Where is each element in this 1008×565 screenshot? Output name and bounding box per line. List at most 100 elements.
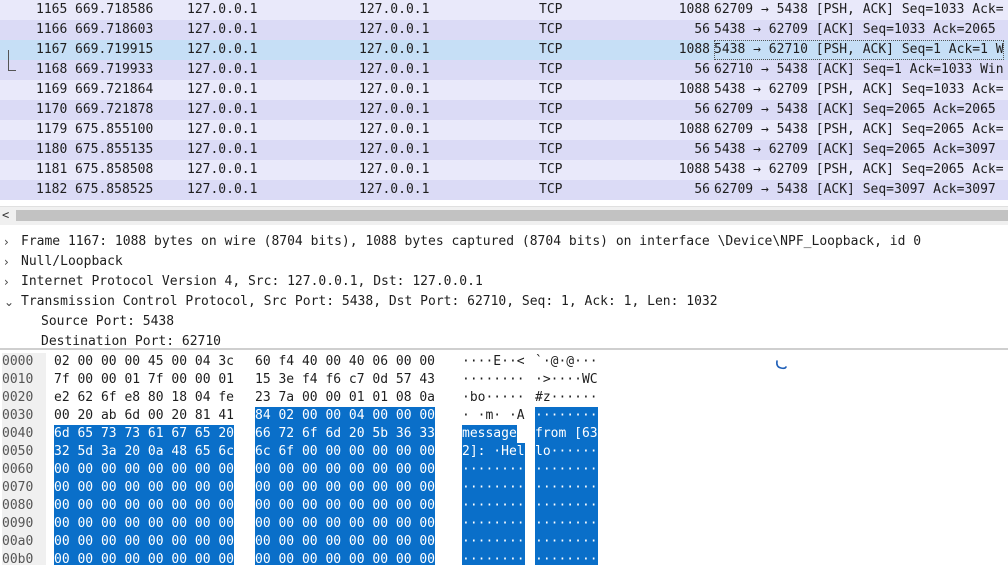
ascii-bytes-first[interactable]: · ·m· ·A xyxy=(462,407,525,425)
packet-length: 1088 xyxy=(678,42,710,57)
hex-bytes-first[interactable]: 00 00 00 00 00 00 00 00 xyxy=(54,533,235,551)
hex-bytes-first[interactable]: 00 00 00 00 00 00 00 00 xyxy=(54,497,235,515)
conversation-line-icon xyxy=(8,50,9,71)
hex-bytes-second[interactable]: 66 72 6f 6d 20 5b 36 33 xyxy=(255,425,436,443)
packet-destination: 127.0.0.1 xyxy=(359,22,430,37)
ascii-bytes-second[interactable]: ········ xyxy=(535,479,598,497)
ascii-bytes-second[interactable]: lo······ xyxy=(535,443,598,461)
hex-bytes-second[interactable]: 00 00 00 00 00 00 00 00 xyxy=(255,497,436,515)
ascii-bytes-second[interactable]: ·>····WC xyxy=(535,371,598,389)
ascii-bytes-first[interactable]: ········ xyxy=(462,371,525,389)
hex-bytes-first[interactable]: 00 00 00 00 00 00 00 00 xyxy=(54,479,235,497)
packet-info: 62710 → 5438 [ACK] Seq=1 Ack=1033 Win xyxy=(714,62,1004,77)
hex-row: 0050 32 5d 3a 20 0a 48 65 6c 6c 6f 00 00 0… xyxy=(0,443,1008,461)
packet-info: 62709 → 5438 [PSH, ACK] Seq=2065 Ack= xyxy=(714,122,1004,137)
packet-row[interactable]: 1179 675.855100 127.0.0.1 127.0.0.1 TCP 1088 6… xyxy=(0,120,1008,140)
ascii-bytes-first[interactable]: ·bo····· xyxy=(462,389,525,407)
packet-row[interactable]: 1168 669.719933 127.0.0.1 127.0.0.1 TCP 56 627… xyxy=(0,60,1008,80)
ascii-bytes-first[interactable]: ········ xyxy=(462,551,525,565)
ascii-bytes-first[interactable]: ····E··< xyxy=(462,353,525,371)
packet-protocol: TCP xyxy=(539,162,563,177)
packet-number: 1169 xyxy=(36,82,68,97)
chevron-right-icon[interactable]: › xyxy=(4,272,9,292)
packet-number: 1167 xyxy=(36,42,68,57)
ascii-bytes-second[interactable]: ········ xyxy=(535,551,598,565)
chevron-right-icon[interactable]: › xyxy=(4,252,9,272)
hex-offset: 0030 xyxy=(2,407,46,425)
packet-list[interactable]: 1165 669.718586 127.0.0.1 127.0.0.1 TCP 1088 6… xyxy=(0,0,1008,200)
packet-row[interactable]: 1169 669.721864 127.0.0.1 127.0.0.1 TCP 1088 5… xyxy=(0,80,1008,100)
packet-list-hscrollbar[interactable]: < xyxy=(0,206,1008,225)
hex-bytes-second[interactable]: 00 00 00 00 00 00 00 00 xyxy=(255,533,436,551)
ascii-bytes-second[interactable]: #z······ xyxy=(535,389,598,407)
hex-bytes-first[interactable]: 32 5d 3a 20 0a 48 65 6c xyxy=(54,443,235,461)
packet-source: 127.0.0.1 xyxy=(187,142,258,157)
packet-row[interactable]: 1182 675.858525 127.0.0.1 127.0.0.1 TCP 56 627… xyxy=(0,180,1008,200)
ascii-bytes-second[interactable]: ········ xyxy=(535,533,598,551)
hex-bytes-first[interactable]: 00 00 00 00 00 00 00 00 xyxy=(54,515,235,533)
packet-length: 1088 xyxy=(678,82,710,97)
scroll-left-arrow-icon[interactable]: < xyxy=(2,208,9,222)
hex-bytes-first[interactable]: 7f 00 00 01 7f 00 00 01 xyxy=(54,371,234,389)
packet-row[interactable]: 1167 669.719915 127.0.0.1 127.0.0.1 TCP 1088 5… xyxy=(0,40,1008,60)
chevron-right-icon[interactable]: › xyxy=(4,232,9,252)
hex-bytes-second[interactable]: 23 7a 00 00 01 01 08 0a xyxy=(255,389,435,407)
packet-details-tree[interactable]: › Frame 1167: 1088 bytes on wire (8704 bi… xyxy=(0,229,1008,348)
ascii-bytes-second[interactable]: from [63 xyxy=(535,425,598,443)
hex-bytes-second[interactable]: 15 3e f4 f6 c7 0d 57 43 xyxy=(255,371,435,389)
ascii-bytes-second[interactable]: ········ xyxy=(535,461,598,479)
hex-bytes-first[interactable]: e2 62 6f e8 80 18 04 fe xyxy=(54,389,234,407)
detail-tree-item[interactable]: ⌄ Transmission Control Protocol, Src Port… xyxy=(0,292,1008,312)
hex-bytes-first[interactable]: 02 00 00 00 45 00 04 3c xyxy=(54,353,234,371)
hex-bytes-first[interactable]: 00 20 ab 6d 00 20 81 41 xyxy=(54,407,234,425)
packet-number: 1170 xyxy=(36,102,68,117)
packet-number: 1165 xyxy=(36,2,68,17)
ascii-bytes-second[interactable]: ········ xyxy=(535,497,598,515)
hex-offset: 0070 xyxy=(2,479,46,497)
chevron-down-icon[interactable]: ⌄ xyxy=(4,292,14,312)
detail-tree-item[interactable]: › Frame 1167: 1088 bytes on wire (8704 bi… xyxy=(0,232,1008,252)
ascii-bytes-first[interactable]: message xyxy=(462,425,517,443)
scrollbar-thumb[interactable] xyxy=(16,210,1008,221)
packet-source: 127.0.0.1 xyxy=(187,102,258,117)
ascii-bytes-first[interactable]: ········ xyxy=(462,461,525,479)
hex-bytes-second[interactable]: 60 f4 40 00 40 06 00 00 xyxy=(255,353,435,371)
ascii-bytes-first[interactable]: ········ xyxy=(462,497,525,515)
hex-bytes-second[interactable]: 00 00 00 00 00 00 00 00 xyxy=(255,479,436,497)
detail-tree-child-item[interactable]: Source Port: 5438 xyxy=(0,312,1008,332)
packet-protocol: TCP xyxy=(539,2,563,17)
detail-tree-child-item[interactable]: Destination Port: 62710 xyxy=(0,332,1008,348)
ascii-bytes-second[interactable]: `·@·@··· xyxy=(535,353,598,371)
packet-bytes-pane[interactable]: 0000 02 00 00 00 45 00 04 3c 60 f4 40 00 4… xyxy=(0,350,1008,565)
hex-bytes-second[interactable]: 6c 6f 00 00 00 00 00 00 xyxy=(255,443,436,461)
hex-row: 0090 00 00 00 00 00 00 00 00 00 00 00 00 0… xyxy=(0,515,1008,533)
ascii-bytes-second[interactable]: ········ xyxy=(535,407,598,425)
packet-row[interactable]: 1166 669.718603 127.0.0.1 127.0.0.1 TCP 56 543… xyxy=(0,20,1008,40)
hex-bytes-second[interactable]: 00 00 00 00 00 00 00 00 xyxy=(255,461,436,479)
hex-bytes-first[interactable]: 00 00 00 00 00 00 00 00 xyxy=(54,551,235,565)
hex-bytes-first[interactable]: 6d 65 73 73 61 67 65 20 xyxy=(54,425,235,443)
ascii-bytes-first[interactable]: 2]: ·Hel xyxy=(462,443,525,461)
packet-row[interactable]: 1170 669.721878 127.0.0.1 127.0.0.1 TCP 56 627… xyxy=(0,100,1008,120)
hex-offset: 00a0 xyxy=(2,533,46,551)
hex-bytes-second[interactable]: 00 00 00 00 00 00 00 00 xyxy=(255,551,436,565)
ascii-bytes-first[interactable]: ········ xyxy=(462,533,525,551)
ascii-bytes-first[interactable]: ········ xyxy=(462,479,525,497)
detail-tree-item[interactable]: › Null/Loopback xyxy=(0,252,1008,272)
ascii-bytes-first[interactable]: ········ xyxy=(462,515,525,533)
hex-bytes-first[interactable]: 00 00 00 00 00 00 00 00 xyxy=(54,461,235,479)
packet-row[interactable]: 1165 669.718586 127.0.0.1 127.0.0.1 TCP 1088 6… xyxy=(0,0,1008,20)
packet-row[interactable]: 1181 675.858508 127.0.0.1 127.0.0.1 TCP 1088 5… xyxy=(0,160,1008,180)
hex-bytes-second[interactable]: 84 02 00 00 04 00 00 00 xyxy=(255,407,436,425)
packet-row[interactable]: 1180 675.855135 127.0.0.1 127.0.0.1 TCP 56 543… xyxy=(0,140,1008,160)
packet-protocol: TCP xyxy=(539,142,563,157)
hex-row: 0000 02 00 00 00 45 00 04 3c 60 f4 40 00 4… xyxy=(0,353,1008,371)
ascii-bytes-second[interactable]: ········ xyxy=(535,515,598,533)
detail-tree-item[interactable]: › Internet Protocol Version 4, Src: 127.0… xyxy=(0,272,1008,292)
packet-time: 669.719915 xyxy=(75,42,154,57)
hex-bytes-second[interactable]: 00 00 00 00 00 00 00 00 xyxy=(255,515,436,533)
packet-source: 127.0.0.1 xyxy=(187,22,258,37)
packet-number: 1180 xyxy=(36,142,68,157)
packet-source: 127.0.0.1 xyxy=(187,42,258,57)
hex-row: 0030 00 20 ab 6d 00 20 81 41 84 02 00 00 0… xyxy=(0,407,1008,425)
